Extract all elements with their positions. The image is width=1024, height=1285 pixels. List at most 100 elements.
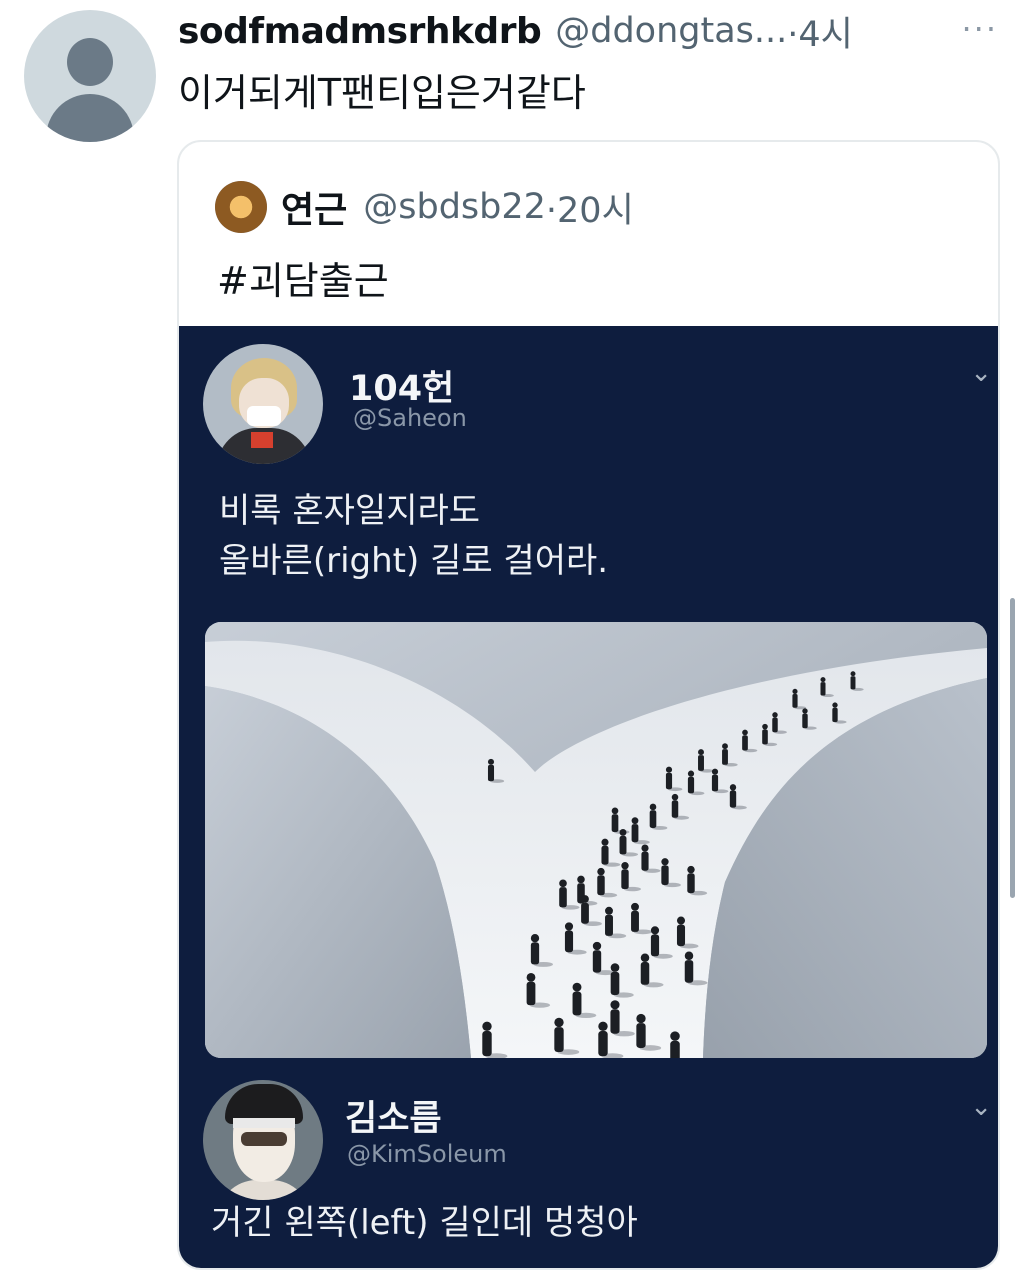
walker-body xyxy=(792,693,798,708)
walker-head xyxy=(661,858,669,866)
walker-body xyxy=(665,772,673,790)
walker-head xyxy=(530,934,540,943)
walker-head xyxy=(729,784,737,791)
walker-head xyxy=(631,817,639,825)
walker-body xyxy=(671,800,679,818)
walker-head xyxy=(670,1031,680,1041)
walker-body xyxy=(559,887,567,908)
walker-body xyxy=(722,749,728,765)
walker-body xyxy=(610,971,620,995)
walker-body xyxy=(631,910,639,932)
walker-head xyxy=(792,688,798,694)
walker-body xyxy=(670,1040,680,1058)
author-handle[interactable]: @ddongtas... xyxy=(555,11,787,51)
walker-body xyxy=(598,1031,608,1057)
walker-head xyxy=(601,838,609,846)
walker-body xyxy=(640,962,650,985)
walker-body xyxy=(619,835,627,855)
quoted-tweet-header: 연근 @sbdsb22 ·20시 xyxy=(215,181,634,233)
author-display-name[interactable]: sodfmadmsrhkdrb xyxy=(178,11,542,52)
post1-text-line2: 올바른(right) 길로 걸어라. xyxy=(219,541,609,581)
walker-head xyxy=(598,1021,608,1032)
walker-head xyxy=(631,902,639,911)
walker-head xyxy=(802,708,808,714)
walker-head xyxy=(559,879,567,888)
walker-body xyxy=(621,869,629,890)
walker-head xyxy=(526,972,536,982)
fork-road-photo xyxy=(205,622,987,1058)
chevron-down-icon: ⌄ xyxy=(970,358,992,388)
walker-head xyxy=(742,729,748,736)
walker-head xyxy=(687,865,695,874)
chevron-down-icon: ⌄ xyxy=(970,1092,992,1122)
walker-body xyxy=(597,875,605,896)
post1-text-line1: 비록 혼자일지라도 xyxy=(219,491,481,531)
post2-avatar xyxy=(203,1080,323,1200)
quoted-media-image[interactable]: 104헌 @Saheon ⌄ 비록 혼자일지라도 올바른(right) 길로 걸… xyxy=(179,326,998,1268)
walker-body xyxy=(687,776,695,794)
walker-body xyxy=(742,735,748,751)
walker-body xyxy=(711,774,719,792)
avatar-body-shape xyxy=(46,94,134,142)
walker-head xyxy=(577,875,585,884)
walker-body xyxy=(676,924,686,947)
walker-head xyxy=(820,677,826,683)
quoted-author-name[interactable]: 연근 xyxy=(281,181,347,233)
avatar-card-shape xyxy=(251,432,273,448)
walker-head xyxy=(676,916,686,925)
walker-body xyxy=(832,707,838,723)
walker-head xyxy=(592,941,602,951)
quoted-author-handle[interactable]: @sbdsb22 xyxy=(363,187,546,227)
scrollbar[interactable] xyxy=(1010,598,1015,898)
post1-avatar xyxy=(203,344,323,464)
walker-body xyxy=(592,950,602,973)
walker-head xyxy=(611,807,619,815)
walker-body xyxy=(650,934,660,957)
walker-body xyxy=(605,914,613,936)
post2-author-name: 김소름 xyxy=(345,1099,442,1139)
walker-head xyxy=(554,1017,564,1028)
tweet-text: 이거되게T팬티입은거같다 xyxy=(178,71,586,115)
walker-head xyxy=(850,671,856,677)
walker-body xyxy=(698,755,704,771)
walker-body xyxy=(482,1031,492,1057)
walker-body xyxy=(610,1009,620,1034)
tweet-time[interactable]: ·4시 xyxy=(787,6,853,57)
walker-head xyxy=(621,862,629,870)
walker-head xyxy=(610,963,620,972)
walker-body xyxy=(631,824,639,843)
walker-head xyxy=(564,922,574,931)
walker-head xyxy=(711,768,719,775)
default-avatar[interactable] xyxy=(24,10,156,142)
walker-head xyxy=(665,766,673,773)
walker-head xyxy=(649,803,657,811)
walker-body xyxy=(554,1027,564,1053)
walker-head xyxy=(640,953,650,963)
walker-body xyxy=(526,981,536,1006)
walker-head xyxy=(772,712,778,718)
walker-body xyxy=(661,865,669,885)
quoted-tweet-text[interactable]: #괴담출근 xyxy=(217,250,389,305)
avatar-mask-shape xyxy=(247,406,281,426)
walker-head xyxy=(581,895,589,903)
avatar-neck-shape xyxy=(217,1180,311,1200)
more-icon[interactable]: ··· xyxy=(961,10,998,48)
avatar-eye-mask-shape xyxy=(241,1132,287,1146)
walker-body xyxy=(487,764,495,782)
walker-body xyxy=(641,851,649,871)
walker-head xyxy=(684,951,694,961)
walker-head xyxy=(687,770,695,777)
walker-body xyxy=(802,713,808,729)
walker-head xyxy=(619,828,627,836)
walker-head xyxy=(671,793,679,801)
walker-body xyxy=(649,810,657,828)
walker-body xyxy=(762,729,768,745)
walker-head xyxy=(482,1021,492,1032)
quoted-tweet-card[interactable]: 연근 @sbdsb22 ·20시 #괴담출근 104헌 @Saheon ⌄ 비록… xyxy=(177,140,1000,1270)
walker-body xyxy=(684,960,694,983)
avatar-headband-shape xyxy=(233,1118,295,1128)
walker-head xyxy=(650,926,660,935)
quoted-author-avatar[interactable] xyxy=(215,181,267,233)
quoted-tweet-time[interactable]: ·20시 xyxy=(546,182,634,233)
walker-head xyxy=(605,906,613,915)
